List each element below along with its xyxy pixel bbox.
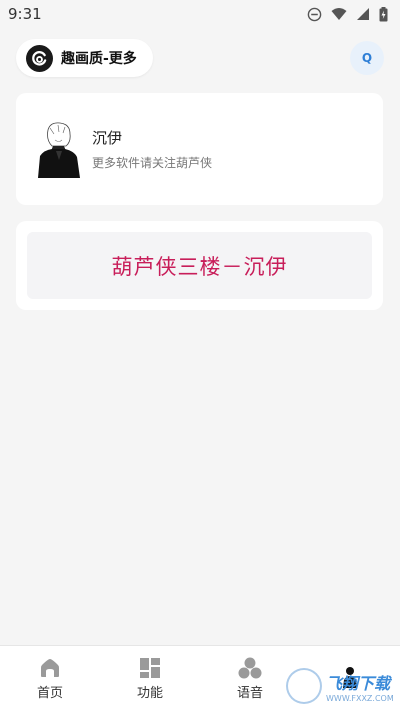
grid-icon bbox=[139, 657, 161, 679]
nav-item-home[interactable]: 首页 bbox=[0, 646, 100, 711]
nav-item-profile[interactable] bbox=[300, 646, 400, 711]
nav-label-home: 首页 bbox=[36, 685, 63, 701]
nav-label-features: 功能 bbox=[136, 685, 163, 701]
banner-card: 葫芦侠三楼－沉伊 bbox=[16, 221, 383, 310]
battery-charging-icon bbox=[379, 6, 388, 22]
header: 趣画质-更多 Q bbox=[16, 38, 384, 78]
profile-text: 沉伊 更多软件请关注葫芦侠 bbox=[92, 127, 212, 171]
voice-icon bbox=[237, 657, 263, 679]
profile-card[interactable]: 沉伊 更多软件请关注葫芦侠 bbox=[16, 93, 383, 205]
status-icons bbox=[307, 6, 388, 22]
profile-icon bbox=[339, 666, 361, 688]
avatar bbox=[34, 120, 82, 178]
status-bar: 9:31 bbox=[0, 0, 400, 28]
app-logo-icon bbox=[26, 44, 53, 72]
status-time: 9:31 bbox=[8, 5, 42, 23]
app-title-pill[interactable]: 趣画质-更多 bbox=[16, 39, 153, 77]
banner-inner[interactable]: 葫芦侠三楼－沉伊 bbox=[27, 232, 372, 299]
app-title: 趣画质-更多 bbox=[61, 51, 137, 67]
do-not-disturb-icon bbox=[307, 7, 322, 22]
banner-text: 葫芦侠三楼－沉伊 bbox=[111, 254, 288, 279]
home-icon bbox=[39, 657, 61, 679]
bottom-nav: 首页 功能 语音 bbox=[0, 645, 400, 711]
q-button[interactable]: Q bbox=[350, 41, 384, 75]
nav-label-voice: 语音 bbox=[236, 685, 263, 701]
profile-subtitle: 更多软件请关注葫芦侠 bbox=[92, 156, 213, 170]
wifi-icon bbox=[331, 7, 347, 21]
nav-item-features[interactable]: 功能 bbox=[100, 646, 200, 711]
signal-icon bbox=[356, 7, 370, 21]
profile-name: 沉伊 bbox=[92, 129, 123, 147]
nav-item-voice[interactable]: 语音 bbox=[200, 646, 300, 711]
